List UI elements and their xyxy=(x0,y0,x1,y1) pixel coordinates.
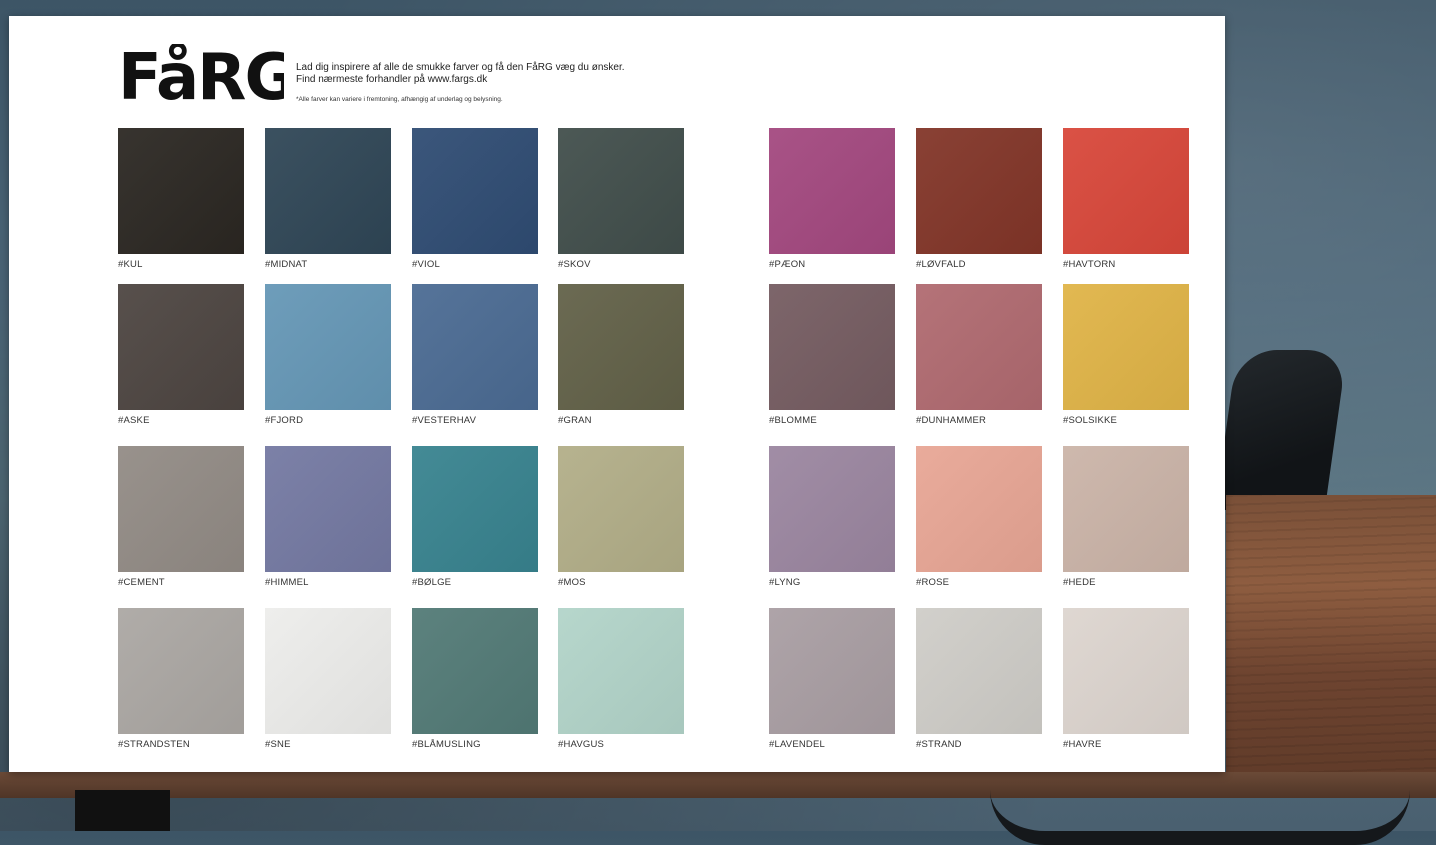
swatch-skov xyxy=(558,128,684,254)
swatch-label: #FJORD xyxy=(265,415,304,426)
swatch-rose xyxy=(916,446,1042,572)
swatch-label: #BLÅMUSLING xyxy=(412,739,481,750)
swatch-vesterhav xyxy=(412,284,538,410)
intro-line-1: Lad dig inspirere af alle de smukke farv… xyxy=(296,62,625,73)
swatch-label: #LAVENDEL xyxy=(769,739,826,750)
swatch-strand xyxy=(916,608,1042,734)
swatch-cement xyxy=(118,446,244,572)
swatch-label: #SOLSIKKE xyxy=(1063,415,1118,426)
swatch-blomme xyxy=(769,284,895,410)
swatch-strandsten xyxy=(118,608,244,734)
swatch-dunhammer xyxy=(916,284,1042,410)
swatch-label: #HAVRE xyxy=(1063,739,1102,750)
swatch-label: #VIOL xyxy=(412,259,440,270)
swatch-label: #GRAN xyxy=(558,415,592,426)
swatch-label: #KUL xyxy=(118,259,143,270)
disclaimer-note: *Alle farver kan variere i fremtoning, a… xyxy=(296,96,503,103)
swatch-aske xyxy=(118,284,244,410)
color-chart-card: FåRG Lad dig inspirere af alle de smukke… xyxy=(9,16,1225,772)
swatch-label: #DUNHAMMER xyxy=(916,415,987,426)
swatch-solsikke xyxy=(1063,284,1189,410)
swatch-label: #HIMMEL xyxy=(265,577,309,588)
swatch-hede xyxy=(1063,446,1189,572)
swatch-mos xyxy=(558,446,684,572)
swatch-havgus xyxy=(558,608,684,734)
swatch-blåmusling xyxy=(412,608,538,734)
swatch-label: #HAVTORN xyxy=(1063,259,1116,270)
swatch-label: #HEDE xyxy=(1063,577,1096,588)
swatch-midnat xyxy=(265,128,391,254)
swatch-viol xyxy=(412,128,538,254)
swatch-kul xyxy=(118,128,244,254)
swatch-label: #LYNG xyxy=(769,577,801,588)
swatch-bølge xyxy=(412,446,538,572)
swatch-label: #PÆON xyxy=(769,259,806,270)
swatch-label: #MOS xyxy=(558,577,586,588)
swatch-fjord xyxy=(265,284,391,410)
swatch-pæon xyxy=(769,128,895,254)
table-leg xyxy=(75,790,170,831)
swatch-label: #MIDNAT xyxy=(265,259,308,270)
table-top xyxy=(1226,495,1436,795)
intro-text: Lad dig inspirere af alle de smukke farv… xyxy=(296,62,716,86)
intro-line-2: Find nærmeste forhandler på www.fargs.dk xyxy=(296,74,488,85)
swatch-label: #CEMENT xyxy=(118,577,165,588)
swatch-label: #SKOV xyxy=(558,259,591,270)
swatch-label: #STRANDSTEN xyxy=(118,739,190,750)
swatch-label: #BLOMME xyxy=(769,415,817,426)
swatch-gran xyxy=(558,284,684,410)
swatch-label: #STRAND xyxy=(916,739,962,750)
fargs-logo: FåRG xyxy=(118,44,284,106)
swatch-label: #ROSE xyxy=(916,577,950,588)
swatch-label: #BØLGE xyxy=(412,577,452,588)
swatch-lyng xyxy=(769,446,895,572)
swatch-label: #LØVFALD xyxy=(916,259,966,270)
swatch-lavendel xyxy=(769,608,895,734)
swatch-løvfald xyxy=(916,128,1042,254)
swatch-himmel xyxy=(265,446,391,572)
swatch-label: #VESTERHAV xyxy=(412,415,477,426)
svg-text:FåRG: FåRG xyxy=(118,44,284,106)
chair-base xyxy=(990,790,1410,845)
swatch-sne xyxy=(265,608,391,734)
swatch-label: #HAVGUS xyxy=(558,739,605,750)
swatch-label: #ASKE xyxy=(118,415,150,426)
swatch-havre xyxy=(1063,608,1189,734)
swatch-label: #SNE xyxy=(265,739,291,750)
swatch-havtorn xyxy=(1063,128,1189,254)
